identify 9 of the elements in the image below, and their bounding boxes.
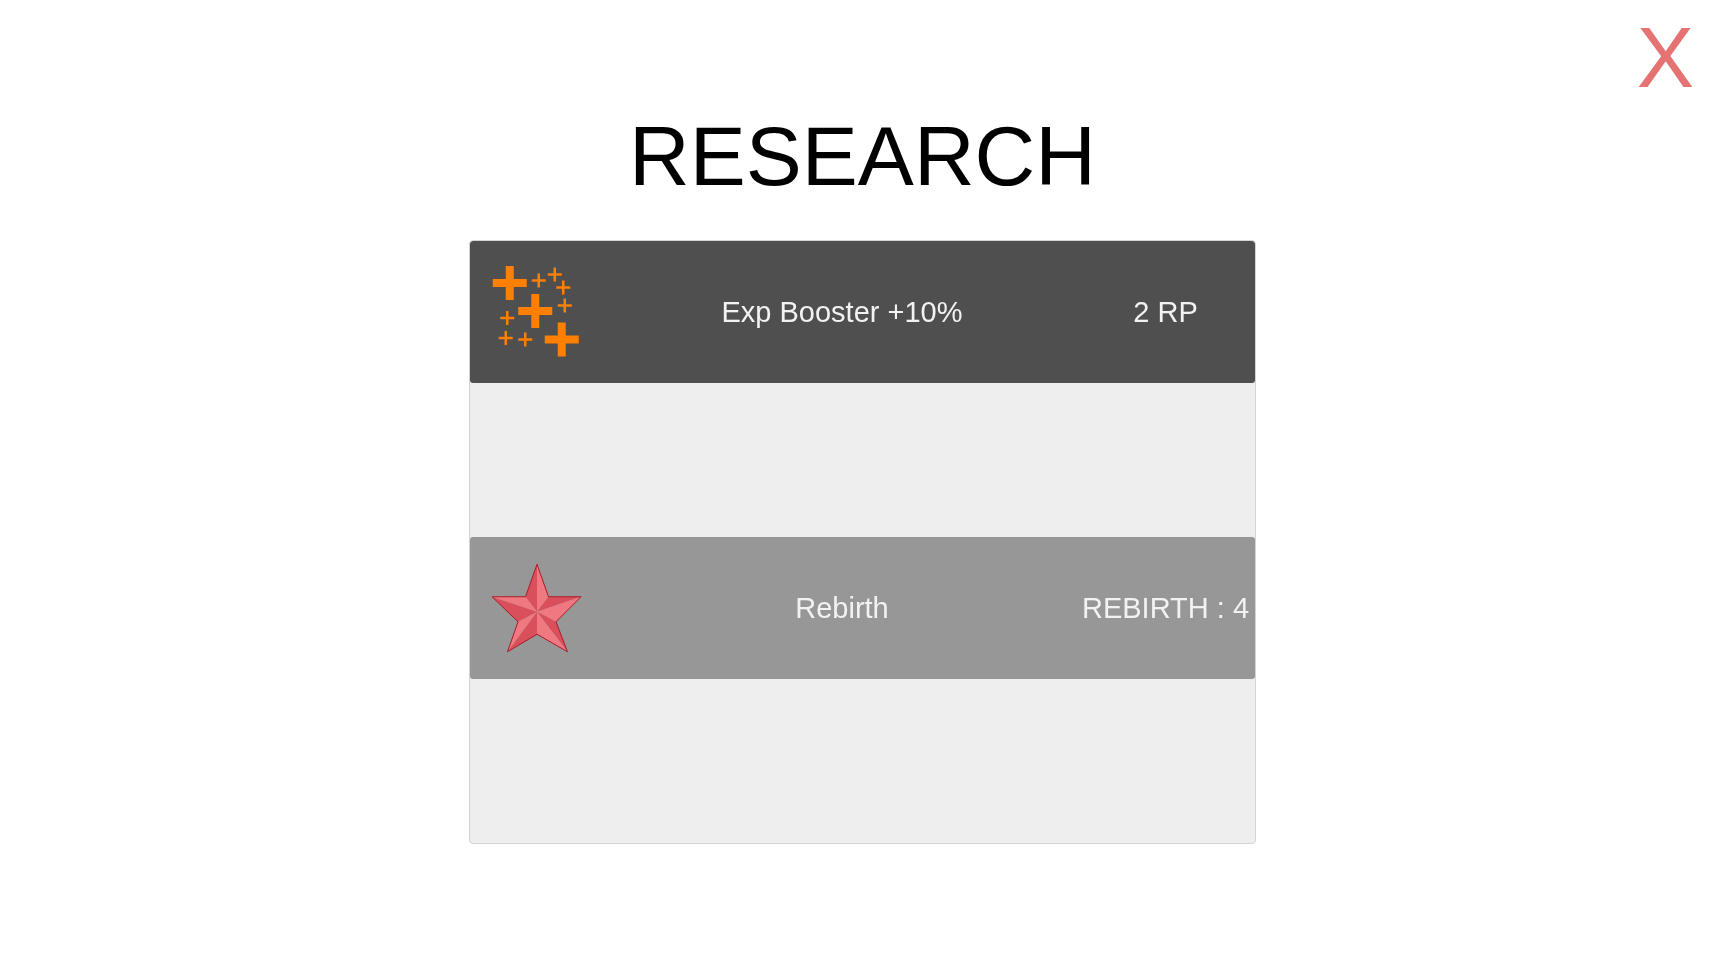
star-icon [491, 563, 582, 653]
item-name: Exp Booster +10% [721, 297, 963, 327]
research-item-row[interactable]: Exp Booster +10% 2 RP [470, 241, 1255, 383]
item-name: Rebirth [795, 593, 889, 623]
plus-signs-icon [491, 266, 581, 358]
item-cost: REBIRTH : 4 [1081, 593, 1250, 623]
item-cost: 2 RP [1133, 297, 1198, 327]
page-title: RESEARCH [629, 114, 1096, 198]
close-button[interactable]: X [1636, 14, 1694, 100]
